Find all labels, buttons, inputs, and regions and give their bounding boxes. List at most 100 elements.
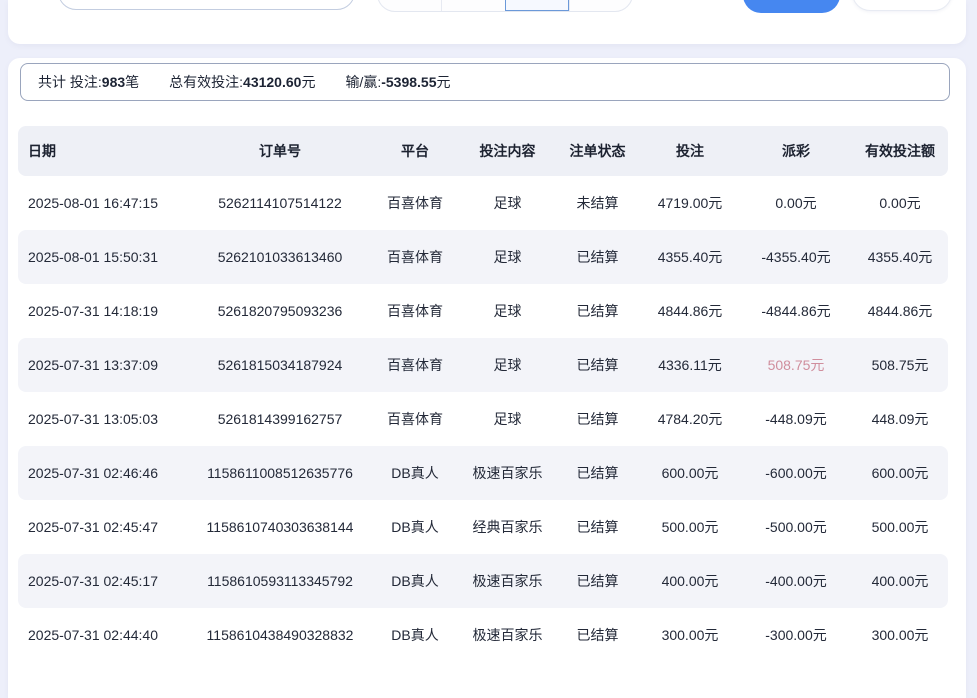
cell-platform: DB真人 <box>370 625 460 645</box>
cell-valid-bet-amount: 0.00元 <box>852 193 948 213</box>
cell-bet-amount: 4784.20元 <box>640 409 740 429</box>
cell-date: 2025-07-31 02:45:47 <box>18 519 190 535</box>
cell-payout: -400.00元 <box>740 571 852 591</box>
summary-total-bets: 共计 投注:983笔 <box>38 72 139 92</box>
cell-valid-bet-amount: 400.00元 <box>852 571 948 591</box>
cell-bet-content: 足球 <box>460 247 555 267</box>
search-input[interactable] <box>58 0 355 10</box>
cell-platform: 百喜体育 <box>370 355 460 375</box>
header-bet-content: 投注内容 <box>460 141 555 161</box>
cell-bet-content: 极速百家乐 <box>460 463 555 483</box>
cell-bet-status: 未结算 <box>555 193 640 213</box>
cell-bet-status: 已结算 <box>555 355 640 375</box>
cell-payout: -448.09元 <box>740 409 852 429</box>
cell-platform: 百喜体育 <box>370 247 460 267</box>
segment-button-1[interactable] <box>378 0 441 11</box>
cell-bet-content: 足球 <box>460 193 555 213</box>
cell-order-number: 5262101033613460 <box>190 249 370 265</box>
cell-bet-content: 足球 <box>460 355 555 375</box>
table-row: 2025-07-31 13:37:09 5261815034187924 百喜体… <box>18 338 948 392</box>
cell-date: 2025-07-31 02:44:40 <box>18 627 190 643</box>
cell-bet-content: 经典百家乐 <box>460 517 555 537</box>
secondary-action-button[interactable] <box>852 0 952 11</box>
table-row: 2025-07-31 14:18:19 5261820795093236 百喜体… <box>18 284 948 338</box>
cell-date: 2025-08-01 15:50:31 <box>18 249 190 265</box>
cell-bet-status: 已结算 <box>555 463 640 483</box>
cell-payout: -4355.40元 <box>740 247 852 267</box>
cell-date: 2025-07-31 13:05:03 <box>18 411 190 427</box>
table-row: 2025-07-31 02:45:17 1158610593113345792 … <box>18 554 948 608</box>
cell-bet-status: 已结算 <box>555 625 640 645</box>
cell-platform: DB真人 <box>370 517 460 537</box>
summary-valid-turnover: 总有效投注:43120.60元 <box>169 72 315 92</box>
table-row: 2025-08-01 16:47:15 5262114107514122 百喜体… <box>18 176 948 230</box>
cell-payout: -4844.86元 <box>740 301 852 321</box>
cell-bet-amount: 4336.11元 <box>640 355 740 375</box>
segment-button-2[interactable] <box>441 0 505 11</box>
table-row: 2025-07-31 02:46:46 1158611008512635776 … <box>18 446 948 500</box>
cell-bet-content: 足球 <box>460 409 555 429</box>
cell-bet-amount: 400.00元 <box>640 571 740 591</box>
toolbar-card <box>8 0 966 44</box>
table-row: 2025-07-31 02:45:47 1158610740303638144 … <box>18 500 948 554</box>
table-row: 2025-08-01 15:50:31 5262101033613460 百喜体… <box>18 230 948 284</box>
cell-order-number: 1158610438490328832 <box>190 627 370 643</box>
cell-platform: DB真人 <box>370 463 460 483</box>
cell-payout: -500.00元 <box>740 517 852 537</box>
cell-valid-bet-amount: 508.75元 <box>852 355 948 375</box>
header-order-number: 订单号 <box>190 141 370 161</box>
cell-bet-amount: 500.00元 <box>640 517 740 537</box>
cell-bet-status: 已结算 <box>555 571 640 591</box>
table-row: 2025-07-31 02:44:40 1158610438490328832 … <box>18 608 948 662</box>
toolbar-segmented-control <box>377 0 633 12</box>
cell-bet-status: 已结算 <box>555 517 640 537</box>
cell-valid-bet-amount: 300.00元 <box>852 625 948 645</box>
records-card: 共计 投注:983笔 总有效投注:43120.60元 输/赢:-5398.55元… <box>8 58 966 698</box>
header-valid-bet-amount: 有效投注额 <box>852 141 948 161</box>
cell-bet-status: 已结算 <box>555 247 640 267</box>
cell-bet-status: 已结算 <box>555 409 640 429</box>
cell-order-number: 5261820795093236 <box>190 303 370 319</box>
cell-payout: 0.00元 <box>740 193 852 213</box>
header-payout: 派彩 <box>740 141 852 161</box>
header-date: 日期 <box>18 141 190 161</box>
bets-table: 日期 订单号 平台 投注内容 注单状态 投注 派彩 有效投注额 2025-08-… <box>18 126 948 662</box>
cell-order-number: 5261814399162757 <box>190 411 370 427</box>
cell-valid-bet-amount: 448.09元 <box>852 409 948 429</box>
cell-bet-amount: 4355.40元 <box>640 247 740 267</box>
cell-bet-content: 极速百家乐 <box>460 571 555 591</box>
summary-bar: 共计 投注:983笔 总有效投注:43120.60元 输/赢:-5398.55元 <box>20 63 950 101</box>
cell-order-number: 5262114107514122 <box>190 195 370 211</box>
cell-platform: 百喜体育 <box>370 301 460 321</box>
cell-platform: DB真人 <box>370 571 460 591</box>
segment-button-4[interactable] <box>569 0 633 11</box>
table-header-row: 日期 订单号 平台 投注内容 注单状态 投注 派彩 有效投注额 <box>18 126 948 176</box>
cell-date: 2025-08-01 16:47:15 <box>18 195 190 211</box>
cell-platform: 百喜体育 <box>370 409 460 429</box>
cell-bet-content: 足球 <box>460 301 555 321</box>
cell-order-number: 5261815034187924 <box>190 357 370 373</box>
cell-bet-amount: 4844.86元 <box>640 301 740 321</box>
table-body: 2025-08-01 16:47:15 5262114107514122 百喜体… <box>18 176 948 662</box>
cell-payout: -300.00元 <box>740 625 852 645</box>
summary-win-loss: 输/赢:-5398.55元 <box>345 72 450 92</box>
header-platform: 平台 <box>370 141 460 161</box>
header-bet-status: 注单状态 <box>555 141 640 161</box>
segment-button-3-selected[interactable] <box>505 0 569 11</box>
cell-bet-amount: 600.00元 <box>640 463 740 483</box>
cell-date: 2025-07-31 02:46:46 <box>18 465 190 481</box>
cell-date: 2025-07-31 02:45:17 <box>18 573 190 589</box>
cell-bet-status: 已结算 <box>555 301 640 321</box>
cell-valid-bet-amount: 600.00元 <box>852 463 948 483</box>
cell-date: 2025-07-31 13:37:09 <box>18 357 190 373</box>
cell-order-number: 1158610593113345792 <box>190 573 370 589</box>
table-row: 2025-07-31 13:05:03 5261814399162757 百喜体… <box>18 392 948 446</box>
cell-bet-content: 极速百家乐 <box>460 625 555 645</box>
cell-valid-bet-amount: 500.00元 <box>852 517 948 537</box>
cell-payout: -600.00元 <box>740 463 852 483</box>
cell-valid-bet-amount: 4844.86元 <box>852 301 948 321</box>
primary-action-button[interactable] <box>743 0 840 13</box>
cell-platform: 百喜体育 <box>370 193 460 213</box>
cell-order-number: 1158610740303638144 <box>190 519 370 535</box>
cell-bet-amount: 4719.00元 <box>640 193 740 213</box>
